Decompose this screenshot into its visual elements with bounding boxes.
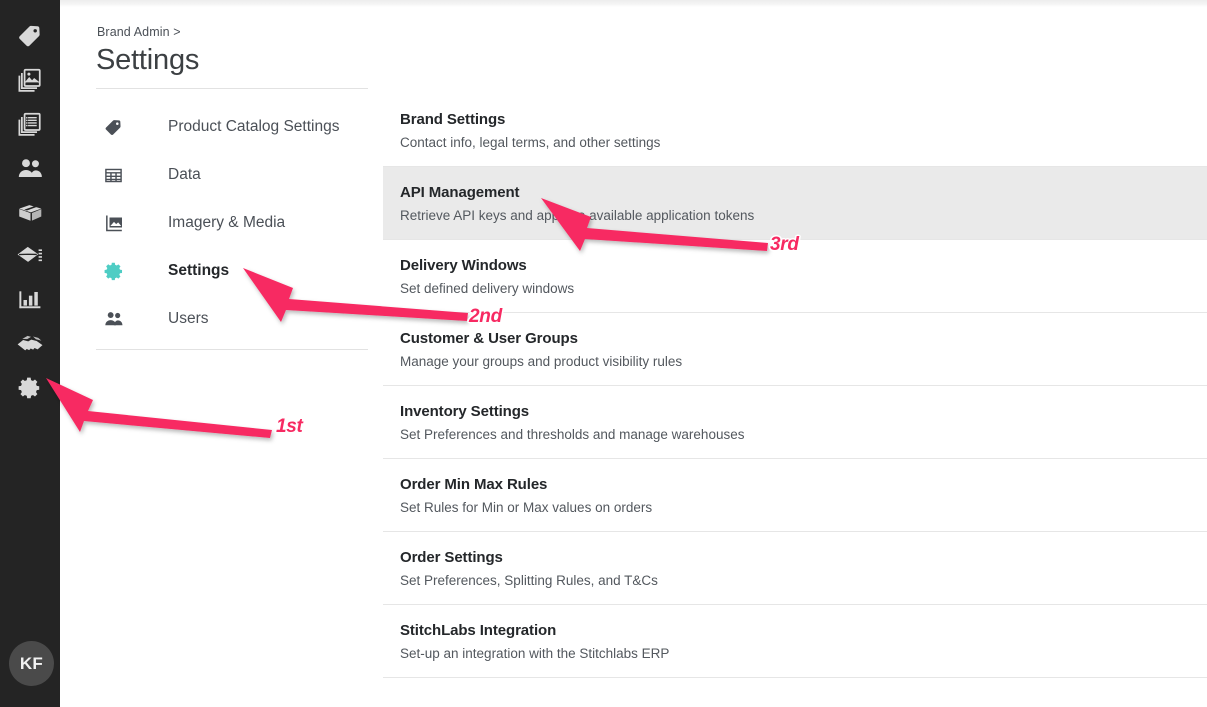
settings-subnav: Product Catalog Settings Data Imagery & … <box>96 103 368 343</box>
subnav-item-label: Settings <box>168 262 230 279</box>
rail-item-customers[interactable] <box>0 146 60 190</box>
table-grid-icon <box>96 166 138 185</box>
users-icon <box>96 309 138 329</box>
rail-item-media[interactable] <box>0 58 60 102</box>
avatar-initials: KF <box>19 653 44 673</box>
setting-row-order-settings[interactable]: Order Settings Set Preferences, Splittin… <box>383 532 1207 605</box>
image-icon <box>96 213 138 233</box>
primary-icon-rail: KF <box>0 0 60 707</box>
subnav-item-label: Data <box>168 166 201 183</box>
setting-row-api-management[interactable]: API Management Retrieve API keys and app… <box>383 167 1207 240</box>
list-document-icon <box>17 111 43 137</box>
setting-description: Manage your groups and product visibilit… <box>400 354 683 369</box>
annotation-arrow-1st <box>46 378 272 438</box>
settings-list: Brand Settings Contact info, legal terms… <box>383 94 1207 678</box>
setting-description: Set Rules for Min or Max values on order… <box>400 500 653 515</box>
subnav-item-settings[interactable]: Settings <box>96 247 368 295</box>
rail-item-catalog[interactable] <box>0 14 60 58</box>
setting-description: Retrieve API keys and approve available … <box>400 208 755 223</box>
header-divider <box>96 88 368 89</box>
setting-title: StitchLabs Integration <box>400 622 557 639</box>
rail-item-settings[interactable] <box>0 366 60 410</box>
subnav-item-data[interactable]: Data <box>96 151 368 199</box>
page-title: Settings <box>96 44 200 76</box>
tag-icon <box>17 23 43 49</box>
rail-item-content[interactable] <box>0 102 60 146</box>
setting-title: Order Settings <box>400 549 503 566</box>
subnav-item-imagery-media[interactable]: Imagery & Media <box>96 199 368 247</box>
envelope-list-icon <box>17 243 44 270</box>
setting-row-customer-user-groups[interactable]: Customer & User Groups Manage your group… <box>383 313 1207 386</box>
subnav-item-label: Product Catalog Settings <box>168 118 340 135</box>
setting-title: Customer & User Groups <box>400 330 578 347</box>
top-strip <box>60 0 1207 7</box>
bar-chart-icon <box>17 287 43 313</box>
setting-title: Brand Settings <box>400 111 506 128</box>
subnav-item-label: Users <box>168 310 209 327</box>
rail-item-reports[interactable] <box>0 278 60 322</box>
setting-title: Delivery Windows <box>400 257 527 274</box>
setting-title: Order Min Max Rules <box>400 476 548 493</box>
setting-row-brand-settings[interactable]: Brand Settings Contact info, legal terms… <box>383 94 1207 167</box>
setting-title: API Management <box>400 184 520 201</box>
setting-row-delivery-windows[interactable]: Delivery Windows Set defined delivery wi… <box>383 240 1207 313</box>
subnav-item-label: Imagery & Media <box>168 214 286 231</box>
avatar[interactable]: KF <box>9 641 54 686</box>
users-icon <box>17 155 44 182</box>
setting-description: Set-up an integration with the Stitchlab… <box>400 646 670 661</box>
setting-row-order-min-max-rules[interactable]: Order Min Max Rules Set Rules for Min or… <box>383 459 1207 532</box>
subnav-divider <box>96 349 368 350</box>
box-icon <box>17 199 44 226</box>
setting-row-stitchlabs-integration[interactable]: StitchLabs Integration Set-up an integra… <box>383 605 1207 678</box>
images-icon <box>17 67 43 93</box>
subnav-item-product-catalog-settings[interactable]: Product Catalog Settings <box>96 103 368 151</box>
setting-description: Set defined delivery windows <box>400 281 575 296</box>
handshake-icon <box>16 330 44 358</box>
setting-row-inventory-settings[interactable]: Inventory Settings Set Preferences and t… <box>383 386 1207 459</box>
setting-description: Set Preferences and thresholds and manag… <box>400 427 745 442</box>
gear-icon <box>17 375 43 401</box>
tag-icon <box>96 118 138 137</box>
rail-item-partners[interactable] <box>0 322 60 366</box>
subnav-item-users[interactable]: Users <box>96 295 368 343</box>
annotation-label-1st: 1st <box>276 416 303 437</box>
breadcrumb[interactable]: Brand Admin > <box>97 25 181 39</box>
rail-item-orders[interactable] <box>0 234 60 278</box>
setting-title: Inventory Settings <box>400 403 530 420</box>
rail-item-products[interactable] <box>0 190 60 234</box>
setting-description: Contact info, legal terms, and other set… <box>400 135 661 150</box>
setting-description: Set Preferences, Splitting Rules, and T&… <box>400 573 658 588</box>
gear-icon <box>96 261 138 282</box>
